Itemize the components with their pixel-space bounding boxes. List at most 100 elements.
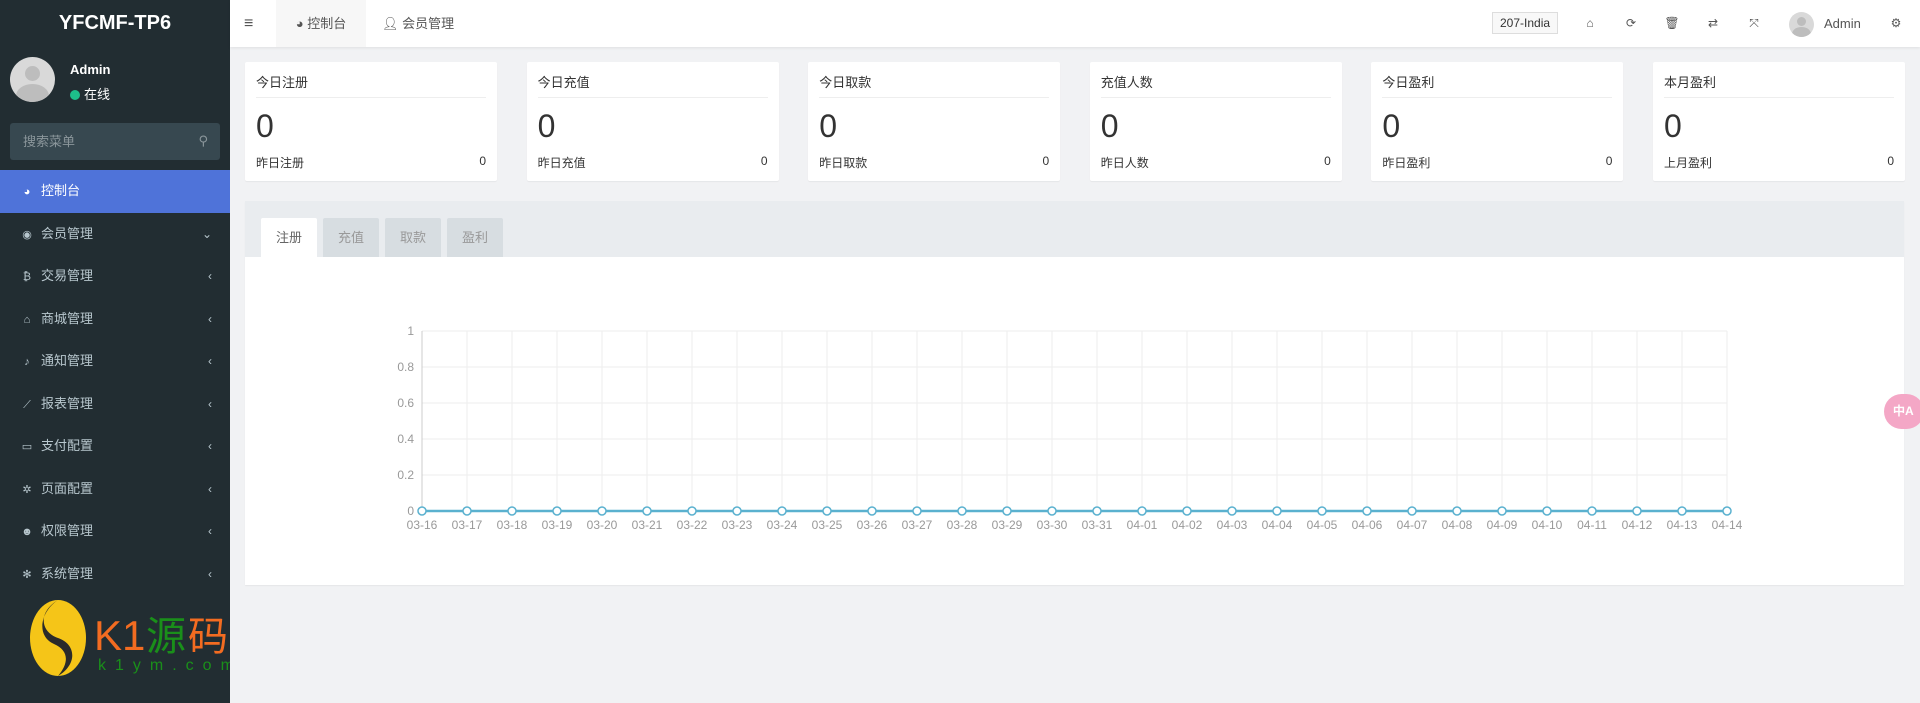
data-point [1452,506,1462,516]
sidebar-item-1[interactable]: ◉ 会员管理 ⌄ [0,213,230,256]
card-sub-value: 0 [1605,154,1613,168]
user-name: Admin [70,62,111,77]
tab-dashboard[interactable]: ◕ 控制台 [276,0,366,47]
card-value: 0 [1664,108,1682,144]
home-icon: ⌂ [23,313,31,326]
data-point [1542,506,1552,516]
data-point [867,506,877,516]
header-avatar[interactable] [1789,12,1814,37]
tab-label: 会员管理 [402,16,455,31]
fullscreen-icon[interactable]: ⤧ [1744,0,1764,47]
stat-card: 今日注册 0 昨日注册 0 [245,62,497,181]
data-point [417,506,427,516]
data-point [777,506,787,516]
refresh-icon[interactable]: ⟳ [1621,0,1641,47]
tab-members[interactable]: 👤︎ 会员管理 [382,0,454,47]
x-tick-label: 03-30 [1037,518,1068,532]
y-tick-label: 0.2 [397,468,414,482]
translate-float-button[interactable]: 中A [1884,394,1920,429]
home-icon[interactable]: ⌂ [1580,0,1600,47]
sidebar-item-4[interactable]: ♪ 通知管理 ‹ [0,340,230,383]
data-point [1137,506,1147,516]
settings-gears-icon[interactable]: ⚙ [1886,0,1906,47]
x-tick-label: 04-06 [1352,518,1383,532]
user-circle-icon: ◉ [22,228,32,241]
data-point [1587,506,1597,516]
sidebar-item-2[interactable]: ₿ 交易管理 ‹ [0,255,230,298]
card-title: 本月盈利 [1664,72,1894,98]
search-icon[interactable]: ⚲ [198,133,208,149]
card-sub-label: 上月盈利 [1664,156,1713,170]
y-tick-label: 0.6 [397,396,414,410]
data-point [822,506,832,516]
sidebar-item-label: 交易管理 [41,268,94,283]
card-title: 充值人数 [1100,72,1331,98]
sidebar-item-label: 通知管理 [41,353,94,368]
dashboard-icon: ◕ [295,16,308,31]
x-tick-label: 03-19 [542,518,573,532]
card-sub-label: 昨日注册 [256,156,305,170]
data-point [912,506,922,516]
x-tick-label: 04-11 [1577,518,1607,532]
sidebar-item-label: 权限管理 [41,523,94,538]
data-point [1182,506,1192,516]
data-point [507,506,517,516]
menu-search: ⚲ [10,123,220,160]
x-tick-label: 04-04 [1262,518,1293,532]
region-badge[interactable]: 207-India [1492,12,1559,34]
stat-card: 本月盈利 0 上月盈利 0 [1653,62,1905,181]
bell-icon: ♪ [24,356,30,368]
data-point [597,506,607,516]
data-point [1002,506,1012,516]
x-tick-label: 04-10 [1532,518,1563,532]
y-tick-label: 0.4 [397,432,414,446]
data-point [1227,506,1237,516]
sidebar-item-label: 页面配置 [41,480,94,496]
sidebar-item-3[interactable]: ⌂ 商城管理 ‹ [0,298,230,341]
chevron-icon: ‹ [208,524,212,538]
app-logo: YFCMF-TP6 [58,12,172,34]
x-tick-label: 04-13 [1667,518,1698,532]
sidebar-item-8[interactable]: ☻ 权限管理 ‹ [0,510,230,553]
data-point [462,506,472,516]
data-point [1407,506,1417,516]
translate-icon[interactable]: ⇄ [1703,0,1723,47]
credit-card-icon: ▭ [21,441,33,453]
bitcoin-icon: ₿ [22,271,32,283]
data-point [687,506,697,516]
x-tick-label: 03-29 [992,518,1023,532]
sidebar-item-7[interactable]: ✲ 页面配置 ‹ [0,468,230,511]
chart-panel: 注册 充值 取款 盈利 0 0.2 0.4 0.6 0.8 1 03-16 03-17 03-1… [245,201,1904,585]
data-point [1632,506,1642,516]
sidebar-item-9[interactable]: ✻ 系统管理 ‹ [0,553,230,596]
y-tick-label: 0 [407,504,414,518]
sidebar-item-6[interactable]: ▭ 支付配置 ‹ [0,425,230,468]
menu-toggle-icon[interactable]: ≡ [244,0,253,47]
sidebar-item-label: 支付配置 [41,438,94,453]
card-title: 今日充值 [537,72,768,98]
data-point [957,506,967,516]
card-sub-value: 0 [1042,154,1050,168]
online-dot-icon [70,90,80,100]
top-header: ≡ ◕ 控制台 👤︎ 会员管理 207-India ⌂ ⟳ 🗑︎ ⇄ ⤧ Adm… [230,0,1920,47]
card-sub-value: 0 [760,154,768,168]
watermark-logo: K1 源 码 k1ym.com [28,592,234,687]
trash-icon[interactable]: 🗑︎ [1662,0,1682,47]
x-tick-label: 03-25 [812,518,843,532]
x-tick-label: 04-09 [1487,518,1518,532]
x-tick-label: 03-20 [587,518,618,532]
x-tick-label: 03-27 [902,518,933,532]
x-tick-label: 03-26 [857,518,888,532]
card-value: 0 [1382,108,1401,144]
x-tick-label: 04-07 [1397,518,1428,532]
x-tick-label: 04-14 [1712,518,1743,532]
data-point [1317,506,1327,516]
sidebar-item-0[interactable]: ◕ 控制台 [0,170,230,213]
stat-card: 充值人数 0 昨日人数 0 [1089,62,1342,181]
menu-search-input[interactable] [10,123,180,160]
data-point [1677,506,1687,516]
sidebar-item-5[interactable]: ⟋ 报表管理 ‹ [0,383,230,426]
header-user-name[interactable]: Admin [1824,0,1861,47]
sidebar-item-label: 会员管理 [41,225,94,241]
card-title: 今日盈利 [1382,72,1613,98]
